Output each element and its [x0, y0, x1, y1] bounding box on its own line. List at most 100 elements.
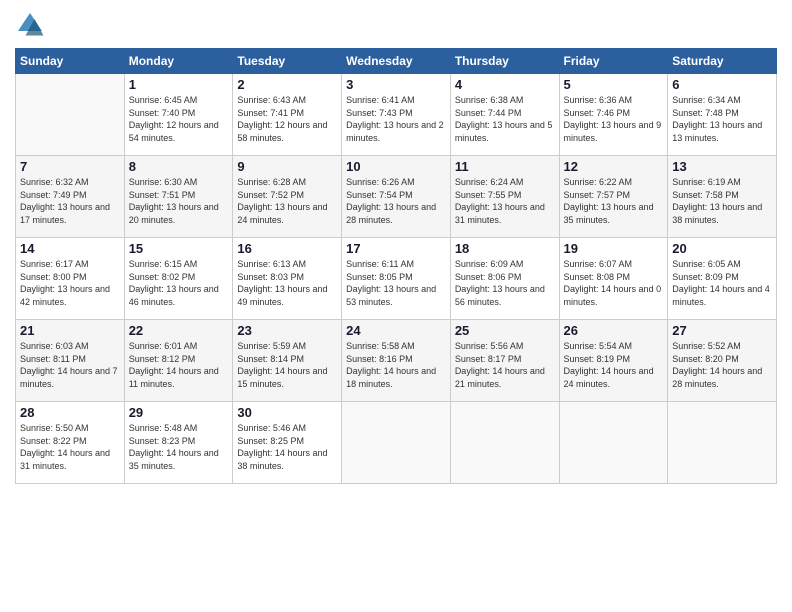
day-info: Sunrise: 6:41 AMSunset: 7:43 PMDaylight:…	[346, 94, 446, 144]
day-info: Sunrise: 6:15 AMSunset: 8:02 PMDaylight:…	[129, 258, 229, 308]
calendar-cell: 28 Sunrise: 5:50 AMSunset: 8:22 PMDayligh…	[16, 402, 125, 484]
weekday-header-sunday: Sunday	[16, 49, 125, 74]
day-info: Sunrise: 6:32 AMSunset: 7:49 PMDaylight:…	[20, 176, 120, 226]
day-info: Sunrise: 6:05 AMSunset: 8:09 PMDaylight:…	[672, 258, 772, 308]
calendar-cell: 25 Sunrise: 5:56 AMSunset: 8:17 PMDayligh…	[450, 320, 559, 402]
day-info: Sunrise: 6:34 AMSunset: 7:48 PMDaylight:…	[672, 94, 772, 144]
day-info: Sunrise: 5:59 AMSunset: 8:14 PMDaylight:…	[237, 340, 337, 390]
header	[15, 10, 777, 40]
day-info: Sunrise: 6:13 AMSunset: 8:03 PMDaylight:…	[237, 258, 337, 308]
calendar-cell: 4 Sunrise: 6:38 AMSunset: 7:44 PMDaylight…	[450, 74, 559, 156]
day-info: Sunrise: 6:43 AMSunset: 7:41 PMDaylight:…	[237, 94, 337, 144]
day-info: Sunrise: 5:58 AMSunset: 8:16 PMDaylight:…	[346, 340, 446, 390]
day-number: 10	[346, 159, 446, 174]
day-number: 23	[237, 323, 337, 338]
calendar-cell: 14 Sunrise: 6:17 AMSunset: 8:00 PMDayligh…	[16, 238, 125, 320]
day-info: Sunrise: 6:26 AMSunset: 7:54 PMDaylight:…	[346, 176, 446, 226]
week-row-2: 7 Sunrise: 6:32 AMSunset: 7:49 PMDaylight…	[16, 156, 777, 238]
day-info: Sunrise: 5:56 AMSunset: 8:17 PMDaylight:…	[455, 340, 555, 390]
day-info: Sunrise: 6:38 AMSunset: 7:44 PMDaylight:…	[455, 94, 555, 144]
calendar-cell	[450, 402, 559, 484]
weekday-header-friday: Friday	[559, 49, 668, 74]
day-number: 12	[564, 159, 664, 174]
calendar-cell: 18 Sunrise: 6:09 AMSunset: 8:06 PMDayligh…	[450, 238, 559, 320]
calendar-cell: 15 Sunrise: 6:15 AMSunset: 8:02 PMDayligh…	[124, 238, 233, 320]
day-number: 27	[672, 323, 772, 338]
day-info: Sunrise: 6:24 AMSunset: 7:55 PMDaylight:…	[455, 176, 555, 226]
calendar-cell: 12 Sunrise: 6:22 AMSunset: 7:57 PMDayligh…	[559, 156, 668, 238]
calendar-cell: 7 Sunrise: 6:32 AMSunset: 7:49 PMDaylight…	[16, 156, 125, 238]
day-info: Sunrise: 5:52 AMSunset: 8:20 PMDaylight:…	[672, 340, 772, 390]
day-number: 13	[672, 159, 772, 174]
day-info: Sunrise: 6:11 AMSunset: 8:05 PMDaylight:…	[346, 258, 446, 308]
calendar-cell: 21Sunrise: 6:03 AMSunset: 8:11 PMDayligh…	[16, 320, 125, 402]
day-info: Sunrise: 5:50 AMSunset: 8:22 PMDaylight:…	[20, 422, 120, 472]
calendar-cell: 1 Sunrise: 6:45 AMSunset: 7:40 PMDaylight…	[124, 74, 233, 156]
day-info: Sunrise: 6:17 AMSunset: 8:00 PMDaylight:…	[20, 258, 120, 308]
calendar-cell	[559, 402, 668, 484]
day-number: 22	[129, 323, 229, 338]
day-info: Sunrise: 5:48 AMSunset: 8:23 PMDaylight:…	[129, 422, 229, 472]
day-number: 30	[237, 405, 337, 420]
day-number: 28	[20, 405, 120, 420]
calendar-cell: 5 Sunrise: 6:36 AMSunset: 7:46 PMDaylight…	[559, 74, 668, 156]
weekday-header-monday: Monday	[124, 49, 233, 74]
day-info: Sunrise: 6:03 AMSunset: 8:11 PMDaylight:…	[20, 340, 120, 390]
logo-icon	[15, 10, 45, 40]
weekday-header-row: SundayMondayTuesdayWednesdayThursdayFrid…	[16, 49, 777, 74]
day-info: Sunrise: 6:07 AMSunset: 8:08 PMDaylight:…	[564, 258, 664, 308]
calendar-cell	[668, 402, 777, 484]
day-number: 7	[20, 159, 120, 174]
week-row-4: 21Sunrise: 6:03 AMSunset: 8:11 PMDayligh…	[16, 320, 777, 402]
calendar-cell: 11 Sunrise: 6:24 AMSunset: 7:55 PMDayligh…	[450, 156, 559, 238]
calendar-cell: 23 Sunrise: 5:59 AMSunset: 8:14 PMDayligh…	[233, 320, 342, 402]
calendar-cell: 22 Sunrise: 6:01 AMSunset: 8:12 PMDayligh…	[124, 320, 233, 402]
calendar-cell: 2Sunrise: 6:43 AMSunset: 7:41 PMDaylight…	[233, 74, 342, 156]
calendar-cell: 6Sunrise: 6:34 AMSunset: 7:48 PMDaylight…	[668, 74, 777, 156]
day-info: Sunrise: 6:19 AMSunset: 7:58 PMDaylight:…	[672, 176, 772, 226]
day-number: 25	[455, 323, 555, 338]
day-number: 5	[564, 77, 664, 92]
day-number: 15	[129, 241, 229, 256]
week-row-1: 1 Sunrise: 6:45 AMSunset: 7:40 PMDaylight…	[16, 74, 777, 156]
day-info: Sunrise: 5:54 AMSunset: 8:19 PMDaylight:…	[564, 340, 664, 390]
day-info: Sunrise: 6:36 AMSunset: 7:46 PMDaylight:…	[564, 94, 664, 144]
day-number: 18	[455, 241, 555, 256]
calendar-cell: 10 Sunrise: 6:26 AMSunset: 7:54 PMDayligh…	[342, 156, 451, 238]
day-info: Sunrise: 5:46 AMSunset: 8:25 PMDaylight:…	[237, 422, 337, 472]
day-info: Sunrise: 6:09 AMSunset: 8:06 PMDaylight:…	[455, 258, 555, 308]
day-info: Sunrise: 6:45 AMSunset: 7:40 PMDaylight:…	[129, 94, 229, 144]
day-number: 8	[129, 159, 229, 174]
logo	[15, 10, 49, 40]
day-number: 1	[129, 77, 229, 92]
calendar-cell: 20Sunrise: 6:05 AMSunset: 8:09 PMDayligh…	[668, 238, 777, 320]
weekday-header-saturday: Saturday	[668, 49, 777, 74]
calendar-cell: 13 Sunrise: 6:19 AMSunset: 7:58 PMDayligh…	[668, 156, 777, 238]
calendar-cell: 27 Sunrise: 5:52 AMSunset: 8:20 PMDayligh…	[668, 320, 777, 402]
calendar-cell: 24 Sunrise: 5:58 AMSunset: 8:16 PMDayligh…	[342, 320, 451, 402]
calendar-cell: 29 Sunrise: 5:48 AMSunset: 8:23 PMDayligh…	[124, 402, 233, 484]
calendar-cell	[342, 402, 451, 484]
calendar-cell	[16, 74, 125, 156]
day-info: Sunrise: 6:28 AMSunset: 7:52 PMDaylight:…	[237, 176, 337, 226]
calendar-cell: 9Sunrise: 6:28 AMSunset: 7:52 PMDaylight…	[233, 156, 342, 238]
page: SundayMondayTuesdayWednesdayThursdayFrid…	[0, 0, 792, 612]
day-number: 26	[564, 323, 664, 338]
day-info: Sunrise: 6:22 AMSunset: 7:57 PMDaylight:…	[564, 176, 664, 226]
day-number: 4	[455, 77, 555, 92]
week-row-3: 14 Sunrise: 6:17 AMSunset: 8:00 PMDayligh…	[16, 238, 777, 320]
day-number: 11	[455, 159, 555, 174]
calendar-table: SundayMondayTuesdayWednesdayThursdayFrid…	[15, 48, 777, 484]
day-number: 24	[346, 323, 446, 338]
calendar-cell: 17Sunrise: 6:11 AMSunset: 8:05 PMDayligh…	[342, 238, 451, 320]
day-info: Sunrise: 6:01 AMSunset: 8:12 PMDaylight:…	[129, 340, 229, 390]
day-number: 29	[129, 405, 229, 420]
calendar-cell: 16Sunrise: 6:13 AMSunset: 8:03 PMDayligh…	[233, 238, 342, 320]
day-info: Sunrise: 6:30 AMSunset: 7:51 PMDaylight:…	[129, 176, 229, 226]
day-number: 14	[20, 241, 120, 256]
calendar-cell: 8 Sunrise: 6:30 AMSunset: 7:51 PMDaylight…	[124, 156, 233, 238]
day-number: 19	[564, 241, 664, 256]
calendar-cell: 30 Sunrise: 5:46 AMSunset: 8:25 PMDayligh…	[233, 402, 342, 484]
calendar-cell: 26 Sunrise: 5:54 AMSunset: 8:19 PMDayligh…	[559, 320, 668, 402]
calendar-cell: 3Sunrise: 6:41 AMSunset: 7:43 PMDaylight…	[342, 74, 451, 156]
